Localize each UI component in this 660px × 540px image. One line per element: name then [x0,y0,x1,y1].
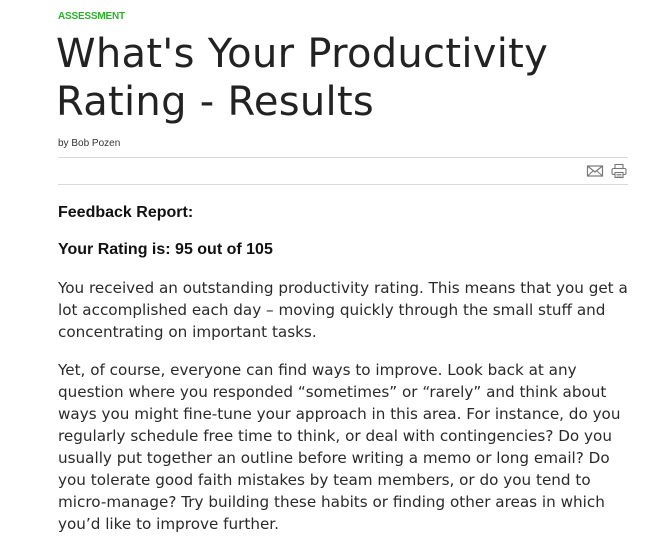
printer-icon [611,163,627,179]
print-button[interactable] [610,162,628,180]
feedback-paragraph: You received an outstanding productivity… [58,279,628,341]
section-kicker[interactable]: ASSESSMENT [58,11,125,22]
divider-bottom [58,184,628,185]
page-title: What's Your Productivity Rating - Result… [56,31,549,125]
share-toolbar [586,162,628,180]
author-byline: by Bob Pozen [58,138,121,149]
feedback-heading: Feedback Report: [58,204,194,221]
divider-top [58,157,628,158]
email-button[interactable] [586,162,604,180]
envelope-icon [586,165,604,177]
rating-result: Your Rating is: 95 out of 105 [58,241,273,258]
feedback-paragraph: Yet, of course, everyone can find ways t… [58,361,621,533]
